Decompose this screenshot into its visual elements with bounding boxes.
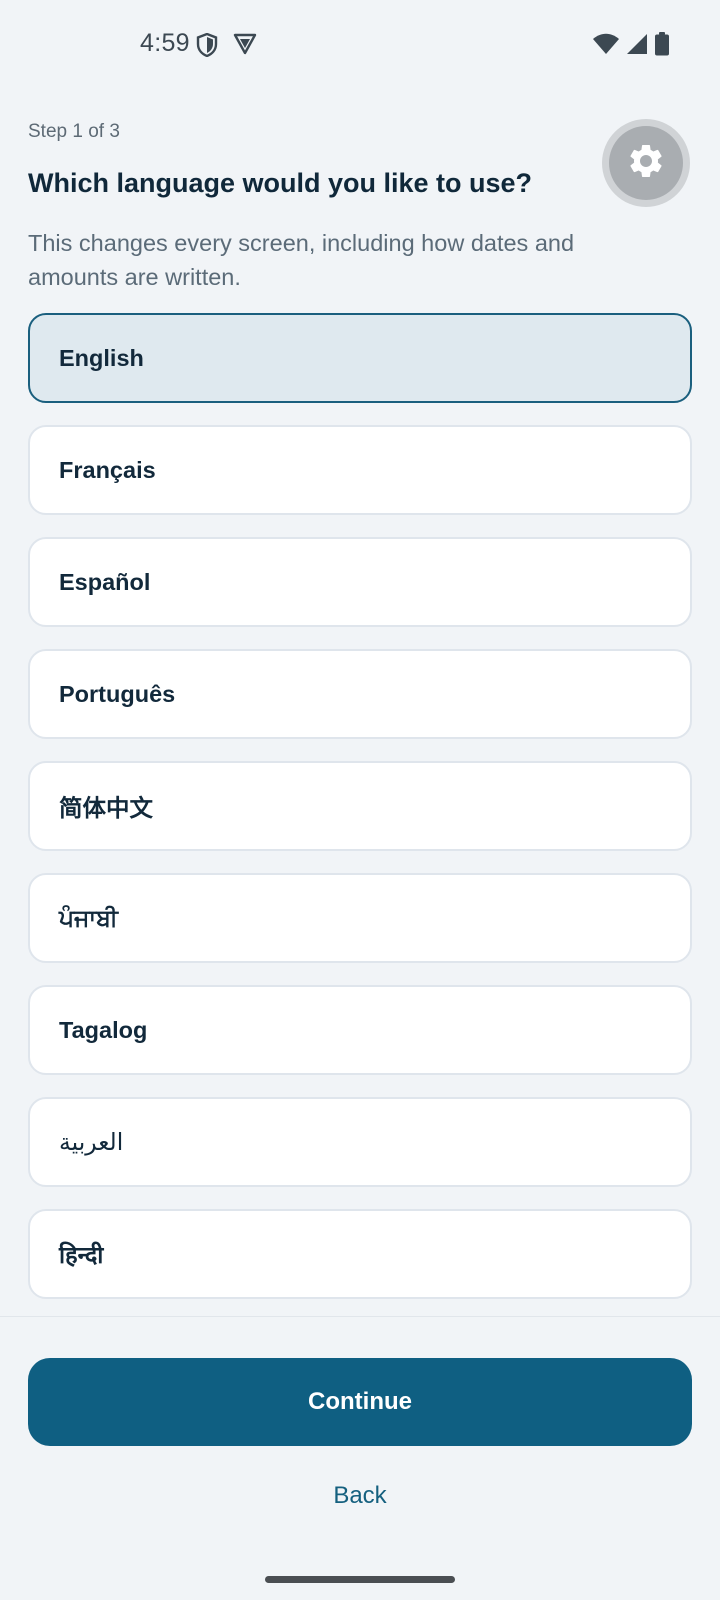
settings-button-inner: [609, 126, 683, 200]
language-option-english[interactable]: English: [28, 313, 692, 403]
page-subtitle: This changes every screen, including how…: [28, 230, 575, 290]
language-option-portuguese[interactable]: Português: [28, 649, 692, 739]
language-list: English Français Español Português 简体中文 …: [28, 313, 692, 1321]
language-option-hindi[interactable]: हिन्दी: [28, 1209, 692, 1299]
home-indicator[interactable]: [265, 1576, 455, 1583]
status-time: 4:59: [140, 29, 190, 57]
shield-icon: [196, 32, 218, 62]
status-right-group: [592, 32, 670, 61]
wifi-icon: [592, 33, 620, 60]
back-button[interactable]: Back: [0, 1482, 720, 1510]
language-option-punjabi[interactable]: ਪੰਜਾਬੀ: [28, 873, 692, 963]
continue-button[interactable]: Continue: [28, 1358, 692, 1446]
settings-button[interactable]: [602, 119, 690, 207]
language-option-french[interactable]: Français: [28, 425, 692, 515]
language-option-arabic[interactable]: العربية: [28, 1097, 692, 1187]
gear-icon: [626, 141, 666, 186]
battery-icon: [654, 32, 670, 61]
language-option-spanish[interactable]: Español: [28, 537, 692, 627]
vpn-icon: [233, 33, 257, 60]
language-option-tagalog[interactable]: Tagalog: [28, 985, 692, 1075]
language-option-simplified-chinese[interactable]: 简体中文: [28, 761, 692, 851]
step-indicator: Step 1 of 3: [28, 121, 120, 142]
footer-divider: [0, 1316, 720, 1317]
page-title: Which language would you like to use?: [28, 168, 533, 198]
status-bar: 4:59: [0, 0, 720, 92]
cellular-signal-icon: [626, 33, 648, 60]
